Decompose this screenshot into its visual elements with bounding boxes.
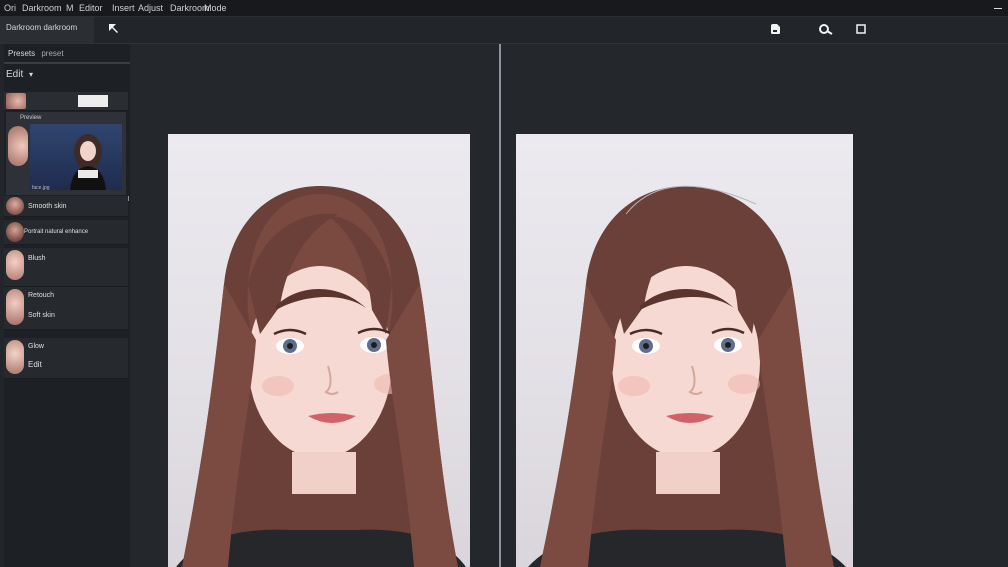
preview-card[interactable]: Preview face.jpg [6,112,126,195]
before-photo[interactable] [168,134,470,567]
list-item[interactable]: Retouch Soft skin [4,287,128,330]
menu-item[interactable]: Mode [204,0,227,16]
layer-swatch[interactable] [78,95,108,107]
menu-item[interactable]: M [66,0,74,16]
face-thumbnail [8,126,28,166]
face-thumbnail [6,222,24,242]
arrow-up-left-icon[interactable] [107,22,119,36]
presets-header[interactable]: Presets preset [4,49,134,61]
layer-thumbnail [6,93,26,109]
menu-item[interactable]: Ori [4,0,16,16]
toolbar: Darkroom darkroom [0,17,1008,44]
square-icon[interactable] [856,24,866,36]
sidebar-panel: Presets preset Edit ▾ Preview face.jpg S… [4,44,130,567]
list-item[interactable]: Smooth skin [4,196,128,217]
face-thumbnail [6,250,24,280]
minimize-icon[interactable] [994,0,1002,9]
menu-item[interactable]: Insert [112,0,135,16]
save-icon[interactable] [769,23,781,37]
divider [4,62,130,64]
portrait-before [176,186,466,567]
menu-bar: Ori Darkroom M Editor Insert Adjust Dark… [0,0,1008,17]
list-item[interactable]: Blush [4,248,128,287]
menu-item[interactable]: Editor [79,0,103,16]
face-thumbnail [6,340,24,374]
brush-icon[interactable] [819,23,833,37]
edit-header: Edit ▾ [6,69,34,80]
split-divider-handle[interactable] [499,44,501,567]
menu-item[interactable]: Darkroom [22,0,62,16]
document-tab[interactable]: Darkroom darkroom [0,17,94,43]
portrait-after [528,185,846,567]
list-item[interactable]: Portrait natural enhance [4,220,128,245]
after-photo[interactable] [516,134,853,567]
menu-item[interactable]: Adjust [138,0,163,16]
face-thumbnail [6,197,24,215]
preview-image [30,124,122,190]
list-item[interactable]: Glow Edit [4,338,128,379]
face-thumbnail [6,289,24,325]
layer-row[interactable] [4,92,128,111]
